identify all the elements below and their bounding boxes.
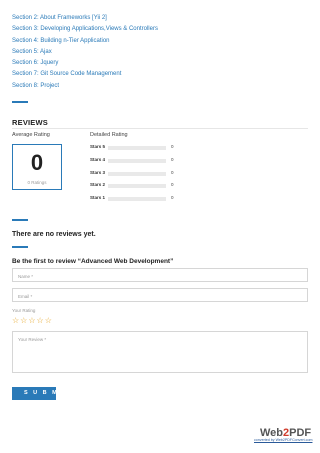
rating-bar xyxy=(108,184,166,188)
no-reviews-message: There are no reviews yet. xyxy=(12,231,96,238)
detailed-rating-label: Detailed Rating xyxy=(90,132,128,138)
star-1-icon[interactable]: ☆ xyxy=(12,316,19,325)
rating-row-2: Stars 2 0 xyxy=(90,181,190,189)
section-link-4[interactable]: Section 4: Building n-Tier Application xyxy=(12,36,158,47)
name-field[interactable]: Name * xyxy=(12,268,308,282)
rating-row-label: Stars 3 xyxy=(90,170,106,175)
rating-row-count: 0 xyxy=(171,182,174,187)
rating-bar xyxy=(108,197,166,201)
reviews-divider xyxy=(12,128,308,129)
submit-button[interactable]: SUBMIT xyxy=(12,387,56,400)
ratings-count: 0 Ratings xyxy=(27,180,47,185)
reviews-accent-divider xyxy=(12,219,28,221)
review-placeholder: Your Review * xyxy=(18,337,47,342)
section-link-8[interactable]: Section 8: Project xyxy=(12,81,158,92)
average-rating-box: 0 0 Ratings xyxy=(12,144,62,190)
rating-row-count: 0 xyxy=(171,144,174,149)
rating-bar xyxy=(108,146,166,150)
rating-row-count: 0 xyxy=(171,157,174,162)
rating-row-5: Stars 5 0 xyxy=(90,143,190,151)
section-list: Section 2: About Frameworks [Yii 2] Sect… xyxy=(12,13,158,92)
rating-row-label: Stars 1 xyxy=(90,195,106,200)
star-5-icon[interactable]: ☆ xyxy=(45,316,52,325)
rating-row-label: Stars 2 xyxy=(90,182,106,187)
star-3-icon[interactable]: ☆ xyxy=(28,316,35,325)
your-rating-label: Your Rating xyxy=(12,308,36,313)
star-rating-input[interactable]: ☆ ☆ ☆ ☆ ☆ xyxy=(12,316,52,325)
review-form-heading: Be the first to review “Advanced Web Dev… xyxy=(12,258,174,265)
rating-row-label: Stars 5 xyxy=(90,144,106,149)
section-accent-divider xyxy=(12,101,28,103)
rating-row-4: Stars 4 0 xyxy=(90,156,190,164)
star-2-icon[interactable]: ☆ xyxy=(20,316,27,325)
section-link-7[interactable]: Section 7: Git Source Code Management xyxy=(12,69,158,80)
star-4-icon[interactable]: ☆ xyxy=(37,316,44,325)
section-link-6[interactable]: Section 6: Jquery xyxy=(12,58,158,69)
email-field[interactable]: Email * xyxy=(12,288,308,302)
section-link-2[interactable]: Section 2: About Frameworks [Yii 2] xyxy=(12,13,158,24)
email-placeholder: Email * xyxy=(18,294,33,299)
rating-row-1: Stars 1 0 xyxy=(90,194,190,202)
average-rating-label: Average Rating xyxy=(12,132,50,138)
rating-row-count: 0 xyxy=(171,170,174,175)
rating-row-label: Stars 4 xyxy=(90,157,106,162)
review-textarea[interactable]: Your Review * xyxy=(12,331,308,373)
rating-bar xyxy=(108,172,166,176)
section-link-3[interactable]: Section 3: Developing Applications,Views… xyxy=(12,24,158,35)
reviews-heading: REVIEWS xyxy=(12,118,48,127)
rating-row-count: 0 xyxy=(171,195,174,200)
section-link-5[interactable]: Section 5: Ajax xyxy=(12,47,158,58)
average-rating-value: 0 xyxy=(30,150,44,175)
web2pdf-logo: Web2PDF converted by Web2PDFConvert.com xyxy=(254,428,312,450)
rating-bar xyxy=(108,159,166,163)
no-reviews-accent-divider xyxy=(12,246,28,248)
converter-link[interactable]: converted by Web2PDFConvert.com xyxy=(254,438,312,442)
rating-row-3: Stars 3 0 xyxy=(90,169,190,177)
name-placeholder: Name * xyxy=(18,274,34,279)
